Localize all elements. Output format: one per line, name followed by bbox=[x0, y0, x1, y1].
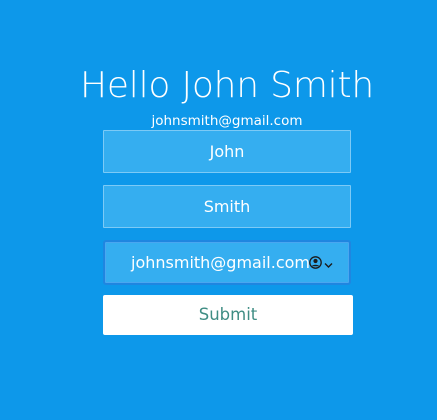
email-field[interactable]: johnsmith@gmail.com bbox=[103, 240, 351, 285]
email-field-value: johnsmith@gmail.com bbox=[131, 253, 310, 272]
greeting-title: Hello John Smith bbox=[79, 65, 375, 106]
user-email-subtitle: johnsmith@gmail.com bbox=[151, 113, 303, 129]
submit-button[interactable]: Submit bbox=[103, 295, 353, 335]
email-autofill-control[interactable] bbox=[309, 255, 333, 270]
first-name-field[interactable]: John bbox=[103, 130, 351, 173]
user-circle-icon bbox=[309, 243, 322, 284]
last-name-field[interactable]: Smith bbox=[103, 185, 351, 228]
chevron-down-icon bbox=[324, 243, 333, 284]
